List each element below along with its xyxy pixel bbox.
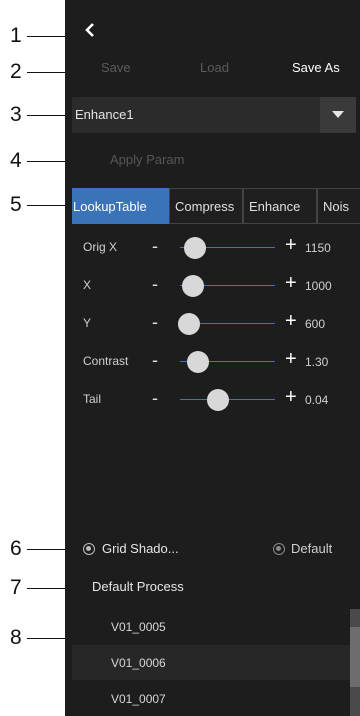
- param-label: Contrast: [83, 354, 129, 368]
- save-button[interactable]: Save: [101, 60, 131, 75]
- tab-enhance[interactable]: Enhance: [243, 188, 317, 224]
- slider-knob[interactable]: [207, 389, 229, 411]
- param-label: Orig X: [83, 240, 118, 254]
- param-value: 600: [305, 317, 326, 331]
- increase-button[interactable]: +: [285, 386, 297, 409]
- slider-knob[interactable]: [187, 351, 210, 373]
- increase-button[interactable]: +: [285, 272, 297, 295]
- slider-knob[interactable]: [177, 313, 200, 335]
- decrease-button[interactable]: -: [152, 388, 158, 409]
- tab-compress[interactable]: Compress: [169, 188, 243, 224]
- callout-number: 5: [10, 193, 22, 216]
- decrease-button[interactable]: -: [152, 312, 158, 333]
- param-label: X: [83, 278, 92, 292]
- param-row-tail: Tail - + 0.04: [65, 384, 360, 416]
- param-row-orig-x: Orig X - + 1150: [65, 232, 360, 264]
- tab-lookuptable[interactable]: LookupTable: [72, 188, 169, 224]
- settings-panel: Save Load Save As Enhance1 Apply Param L…: [65, 0, 360, 716]
- grid-shadow-label: Grid Shado...: [102, 541, 179, 556]
- list-item-label: V01_0006: [111, 656, 166, 670]
- callout-number: 4: [10, 149, 22, 172]
- save-as-button[interactable]: Save As: [292, 60, 340, 75]
- default-label: Default: [291, 541, 333, 556]
- preset-dropdown[interactable]: Enhance1: [72, 97, 356, 133]
- callout-number: 7: [10, 576, 22, 599]
- callout-number: 1: [10, 24, 22, 47]
- scrollbar[interactable]: [350, 609, 360, 716]
- increase-button[interactable]: +: [285, 234, 297, 257]
- increase-button[interactable]: +: [285, 348, 297, 371]
- apply-param-button[interactable]: Apply Param: [110, 152, 184, 167]
- callout-number: 6: [10, 537, 22, 560]
- param-row-contrast: Contrast - + 1.30: [65, 346, 360, 378]
- param-value: 0.04: [305, 393, 329, 407]
- tab-noise[interactable]: Nois: [317, 188, 360, 224]
- load-button[interactable]: Load: [200, 60, 229, 75]
- param-label: Y: [83, 316, 92, 330]
- decrease-button[interactable]: -: [152, 274, 158, 295]
- scrollbar-thumb[interactable]: [350, 627, 360, 687]
- grid-shadow-radio[interactable]: [83, 543, 95, 555]
- callout-number: 2: [10, 60, 22, 83]
- param-value: 1000: [305, 279, 332, 293]
- slider-knob[interactable]: [184, 237, 207, 259]
- dropdown-button[interactable]: [320, 97, 356, 133]
- param-row-y: Y - + 600: [65, 308, 360, 340]
- process-title: Default Process: [92, 579, 184, 594]
- list-item[interactable]: V01_0005: [72, 609, 350, 644]
- decrease-button[interactable]: -: [152, 350, 158, 371]
- default-radio[interactable]: [273, 543, 285, 555]
- param-value: 1150: [305, 241, 331, 255]
- process-list: V01_0005 V01_0006 V01_0007: [72, 609, 350, 716]
- callout-number: 8: [10, 626, 22, 649]
- list-item[interactable]: V01_0007: [72, 681, 350, 716]
- slider-knob[interactable]: [182, 275, 205, 297]
- preset-value: Enhance1: [75, 107, 134, 122]
- param-label: Tail: [83, 392, 102, 406]
- decrease-button[interactable]: -: [152, 236, 158, 257]
- list-item-label: V01_0007: [111, 692, 166, 706]
- param-value: 1.30: [305, 355, 329, 369]
- increase-button[interactable]: +: [285, 310, 297, 333]
- tab-bar: LookupTable Compress Enhance Nois: [72, 188, 360, 224]
- callout-number: 3: [10, 103, 22, 126]
- list-item[interactable]: V01_0006: [72, 645, 350, 680]
- list-item-label: V01_0005: [111, 620, 166, 634]
- param-row-x: X - + 1000: [65, 270, 360, 302]
- caret-down-icon: [332, 111, 344, 118]
- chevron-left-icon[interactable]: [83, 22, 97, 38]
